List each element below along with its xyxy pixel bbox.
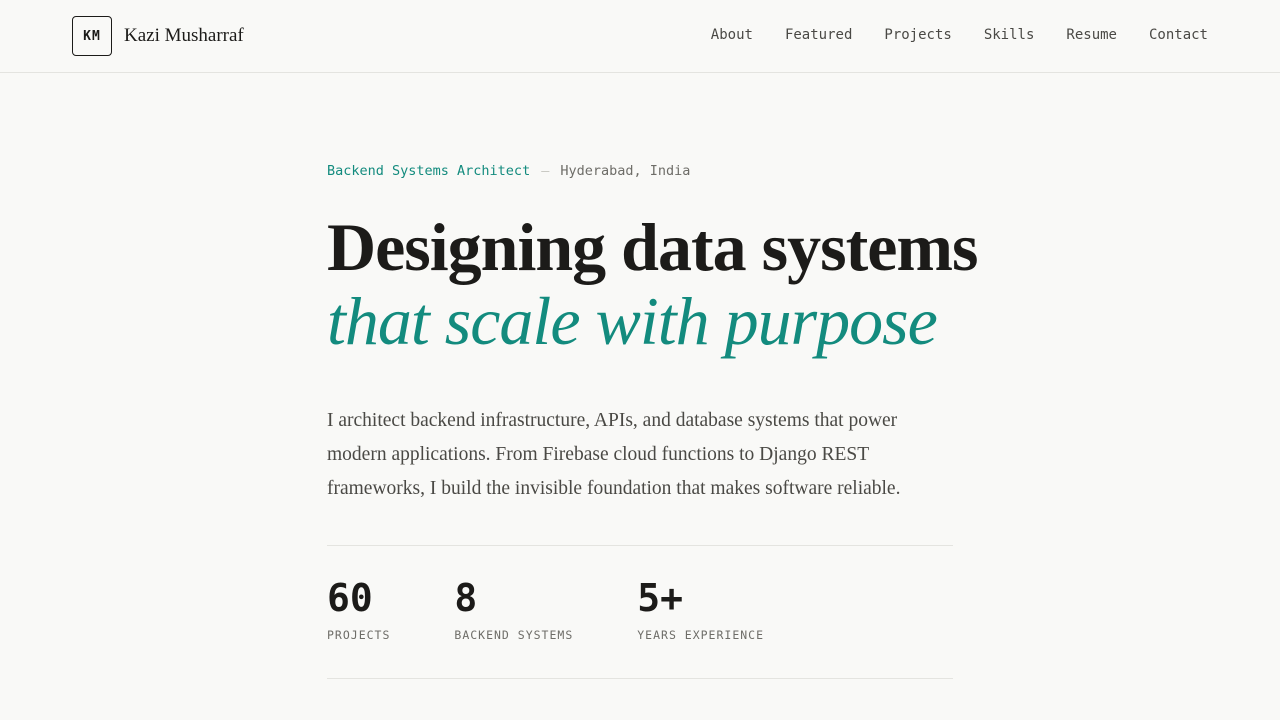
stat-label: YEARS EXPERIENCE (637, 628, 765, 642)
nav-item-projects[interactable]: Projects (884, 26, 951, 44)
stat-label: BACKEND SYSTEMS (454, 628, 574, 642)
stat-value: 8 (454, 576, 478, 620)
nav-item-resume[interactable]: Resume (1066, 26, 1117, 44)
hero-section: Backend Systems Architect — Hyderabad, I… (327, 160, 979, 506)
hero-intro: I architect backend infrastructure, APIs… (327, 410, 901, 499)
nav-item-contact[interactable]: Contact (1149, 26, 1208, 44)
stat-value: 60 (327, 576, 373, 620)
hero-eyebrow: Backend Systems Architect — Hyderabad, I… (327, 160, 953, 182)
logo-link[interactable]: KM Kazi Musharraf (72, 16, 244, 56)
nav-item-skills[interactable]: Skills (984, 26, 1035, 44)
stat-projects: 60 PROJECTS (327, 576, 390, 642)
location-label: Hyderabad, India (560, 163, 691, 179)
stat-years-experience: 5+ YEARS EXPERIENCE (637, 576, 764, 642)
eyebrow-separator: — (541, 163, 550, 179)
hero-headline-accent: that scale with purpose (327, 283, 938, 359)
role-label: Backend Systems Architect (327, 163, 531, 179)
nav-item-featured[interactable]: Featured (785, 26, 852, 44)
stat-backend-systems: 8 BACKEND SYSTEMS (454, 576, 573, 642)
logo-mark: KM (72, 16, 112, 56)
nav-item-about[interactable]: About (711, 26, 753, 44)
stat-value: 5+ (637, 576, 684, 620)
site-header: KM Kazi Musharraf About Featured Project… (0, 0, 1280, 73)
hero-headline: Designing data systems (327, 209, 979, 285)
stats-row: 60 PROJECTS 8 BACKEND SYSTEMS 5+ YEARS E… (327, 576, 828, 642)
logo-name: Kazi Musharraf (124, 25, 244, 46)
stat-label: PROJECTS (327, 628, 391, 642)
stats-divider-bottom (327, 678, 953, 679)
main-nav: About Featured Projects Skills Resume Co… (679, 26, 1208, 44)
stats-divider-top (327, 545, 953, 546)
